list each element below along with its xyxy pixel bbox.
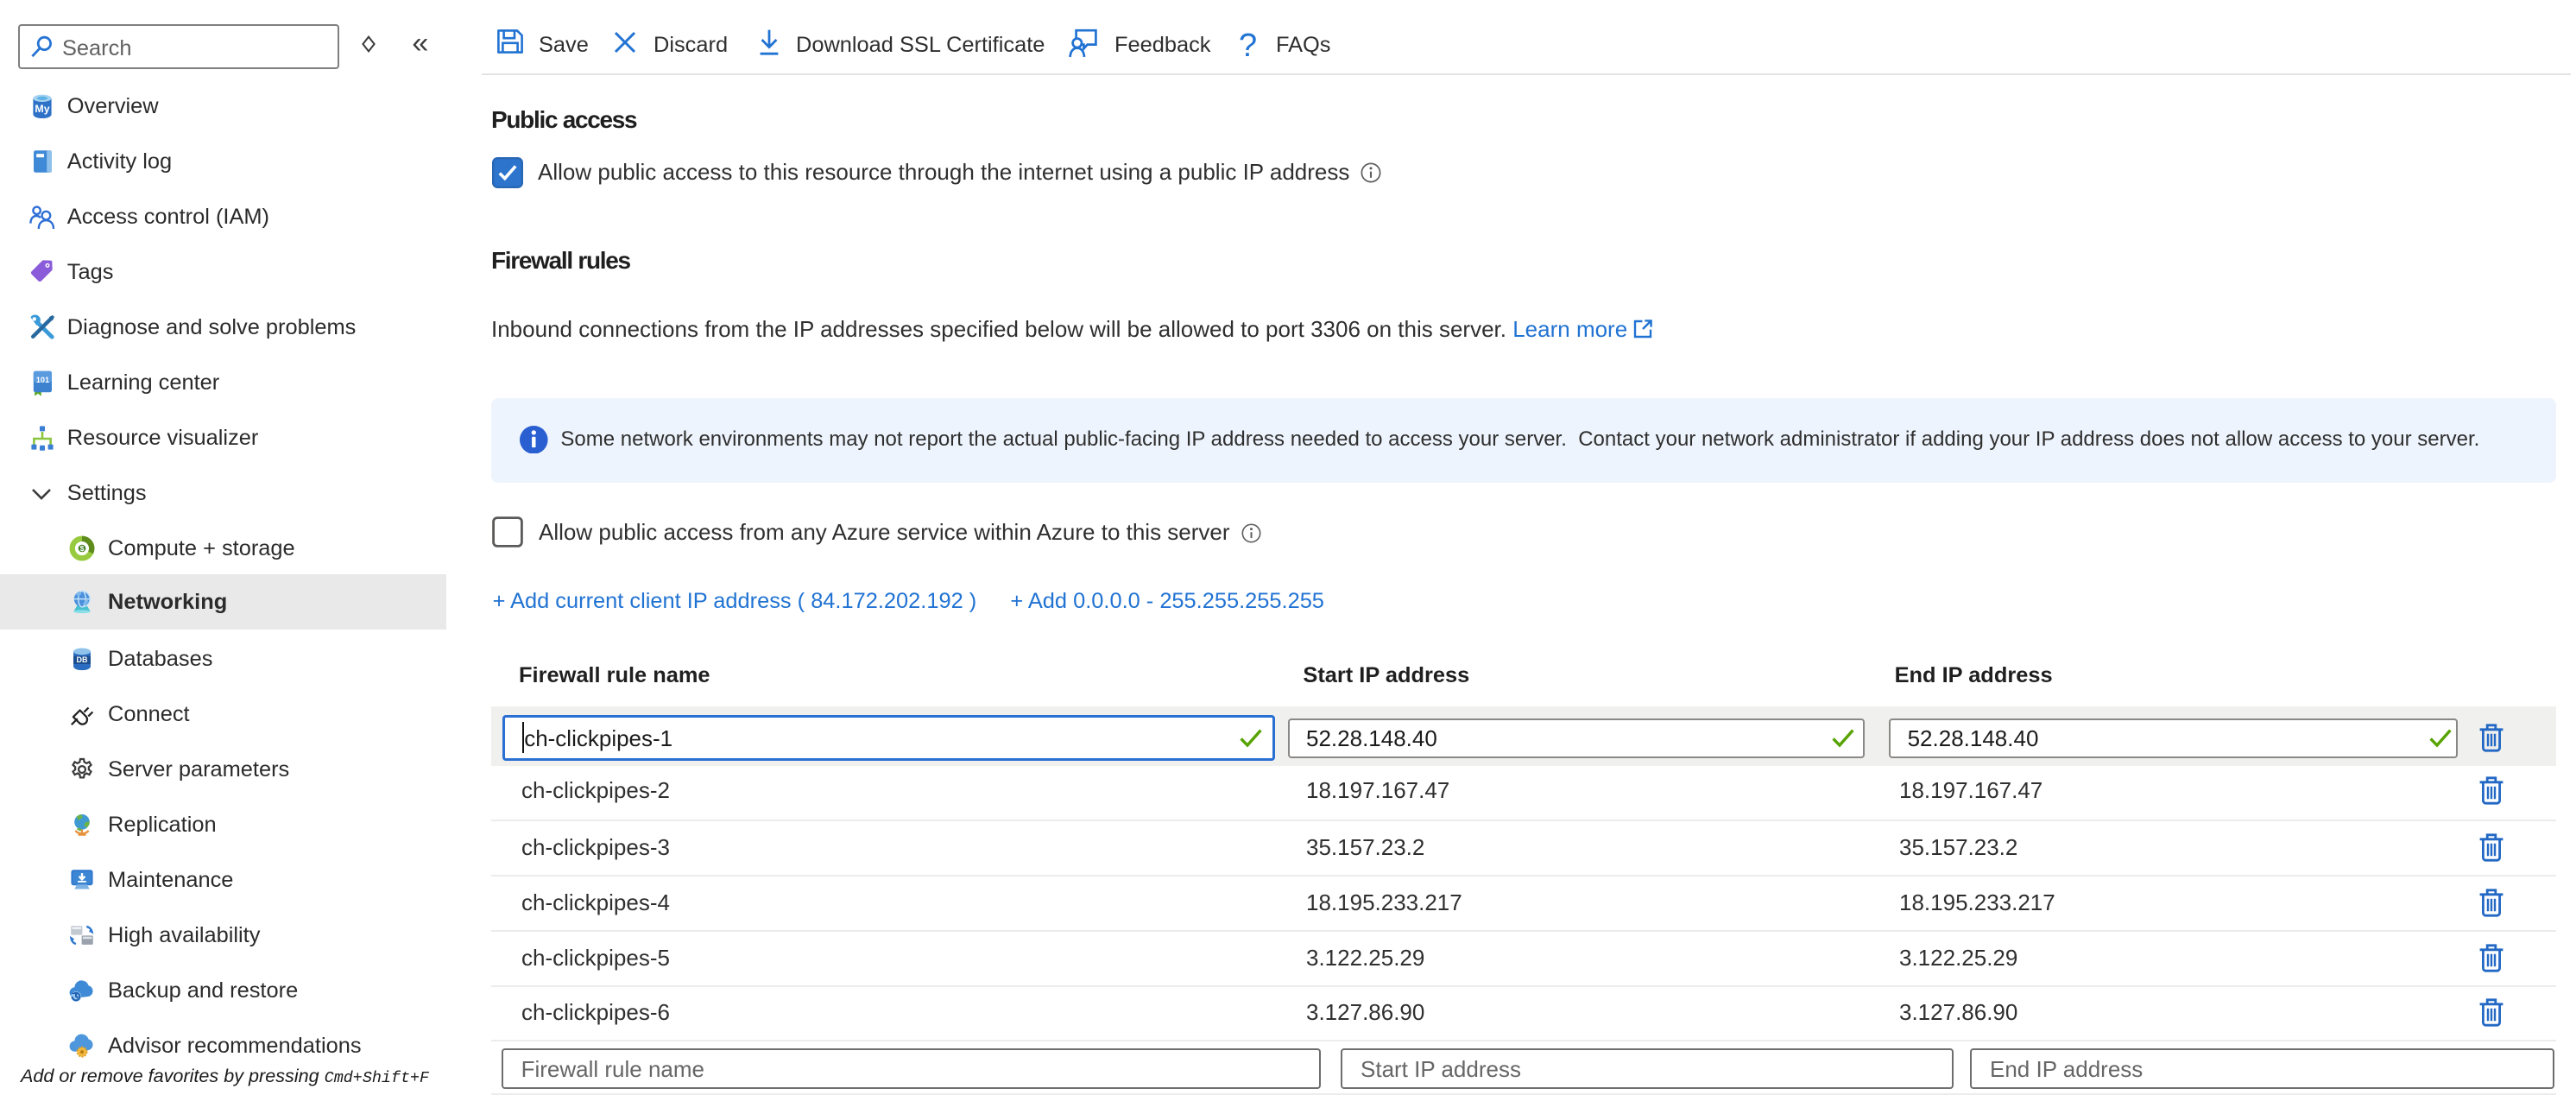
svg-text:DB: DB [77, 655, 88, 664]
svg-text:101: 101 [36, 376, 49, 384]
svg-text:$: $ [80, 544, 85, 553]
svg-text:My: My [35, 103, 49, 115]
